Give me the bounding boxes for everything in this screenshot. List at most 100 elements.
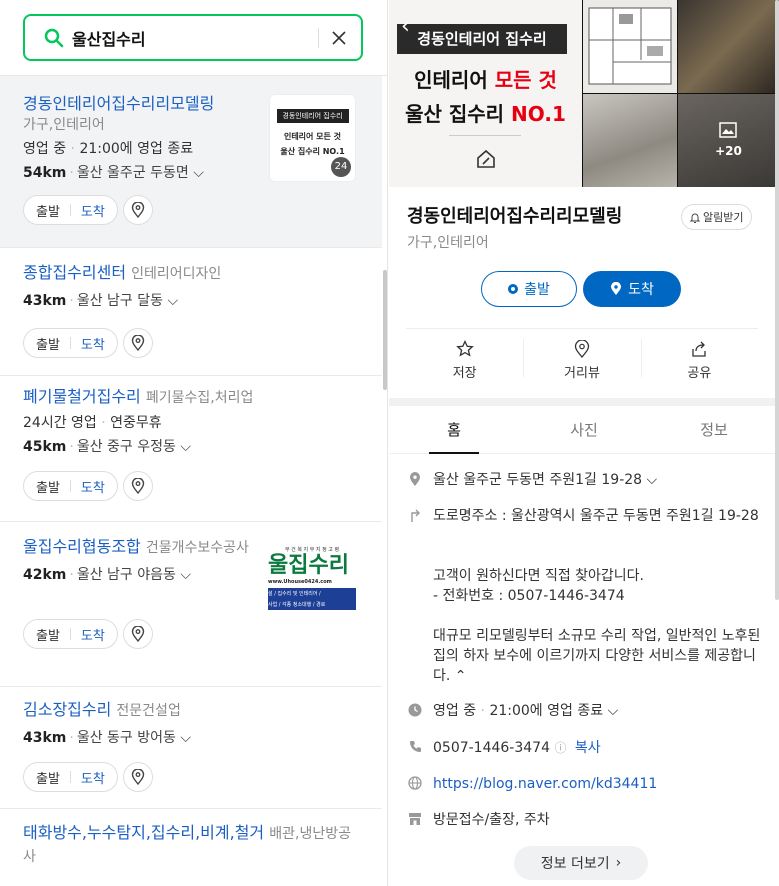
scrollbar[interactable]: [775, 0, 779, 600]
notify-button[interactable]: 알림받기: [681, 204, 753, 230]
search-query[interactable]: 울산집수리: [72, 26, 318, 50]
close-icon[interactable]: [331, 30, 347, 46]
website-link[interactable]: https://blog.naver.com/kd34411: [433, 774, 768, 794]
tab-photos[interactable]: 사진: [519, 406, 649, 453]
chevron-down-icon[interactable]: ⌵: [180, 439, 191, 455]
street-view-button[interactable]: 거리뷰: [523, 329, 640, 392]
chevron-down-icon[interactable]: ⌵: [193, 165, 204, 181]
route-pill[interactable]: 출발 도착: [23, 471, 118, 501]
scrollbar[interactable]: [383, 270, 387, 390]
chevron-up-icon[interactable]: ⌃: [455, 668, 467, 684]
map-pin-button[interactable]: [122, 471, 153, 501]
map-pin-button[interactable]: [122, 619, 153, 649]
info-icon[interactable]: ⓘ: [554, 741, 566, 755]
hero-text: 울산 집수리 NO.1: [405, 102, 566, 126]
map-pin-button[interactable]: [122, 328, 153, 358]
website-row: https://blog.naver.com/kd34411: [407, 774, 768, 794]
photo-gallery[interactable]: 경동인테리어 집수리 인테리어 모든 것 울산 집수리 NO.1 ‹ +20: [389, 0, 779, 187]
arrive-button[interactable]: 도착: [583, 271, 681, 307]
arrive-button[interactable]: 도착: [81, 334, 105, 353]
place-name[interactable]: 폐기물철거집수리: [23, 387, 141, 406]
map-pin-icon: [131, 335, 145, 351]
place-name[interactable]: 울집수리협동조합: [23, 537, 141, 556]
depart-button[interactable]: 출발: [36, 334, 60, 353]
amenities-row: 방문접수/출장, 주차: [407, 810, 768, 830]
distance-address[interactable]: 43km · 울산 남구 달동 ⌵: [23, 291, 359, 311]
thumb-text: 울산 집수리 NO.1: [280, 147, 345, 156]
chevron-down-icon[interactable]: ⌵: [647, 472, 658, 488]
depart-button[interactable]: 출발: [36, 768, 60, 787]
gallery-photo[interactable]: [583, 0, 677, 93]
action-toolbar: 저장 거리뷰 공유: [406, 328, 758, 392]
place-thumbnail[interactable]: 부 건 복 지 부 지 정 고 령 울집수리 www.Uhouse0424.co…: [268, 544, 356, 622]
list-item[interactable]: 폐기물철거집수리 폐기물수집,처리업 24시간 영업 · 연중무휴 45km · 울…: [0, 376, 382, 522]
route-pill[interactable]: 출발 도착: [23, 195, 118, 225]
gallery-photo[interactable]: [678, 0, 779, 93]
share-button[interactable]: 공유: [640, 329, 758, 392]
route-pill[interactable]: 출발 도착: [23, 762, 118, 792]
route-pill[interactable]: 출발 도착: [23, 619, 118, 649]
house-tool-icon: [477, 149, 495, 168]
more-info-button[interactable]: 정보 더보기 ›: [514, 846, 648, 880]
chevron-down-icon[interactable]: ⌵: [180, 730, 191, 746]
distance-address[interactable]: 43km · 울산 동구 방어동 ⌵: [23, 728, 359, 748]
place-title: 경동인테리어집수리리모델링: [407, 206, 623, 227]
main-photo[interactable]: 경동인테리어 집수리 인테리어 모든 것 울산 집수리 NO.1: [389, 0, 582, 187]
search-input[interactable]: 울산집수리: [23, 14, 363, 61]
list-item[interactable]: 울집수리협동조합 건물개수보수공사 42km · 울산 남구 야음동 ⌵ 출발 도착 …: [0, 522, 382, 687]
thumb-text: www.Uhouse0424.com: [268, 579, 332, 585]
copy-button[interactable]: 복사: [575, 740, 601, 756]
place-thumbnail[interactable]: 경동인테리어 집수리 인테리어 모든 것 울산 집수리 NO.1 24: [269, 94, 356, 182]
chevron-down-icon[interactable]: ⌵: [167, 293, 178, 309]
place-name[interactable]: 태화방수,누수탐지,집수리,비계,철거: [23, 823, 264, 842]
list-item[interactable]: 종합집수리센터 인테리어디자인 43km · 울산 남구 달동 ⌵ 출발 도착: [0, 248, 382, 376]
list-item[interactable]: 경동인테리어집수리리모델링 가구,인테리어 영업 중 · 21:00에 영업 종…: [0, 76, 382, 248]
hours-row[interactable]: 영업 중 · 21:00에 영업 종료 ⌵: [407, 701, 768, 721]
search-icon: [44, 28, 64, 47]
phone-number: 0507-1446-3474: [433, 740, 550, 756]
search-results-panel: 울산집수리 경동인테리어집수리리모델링 가구,인테리어 영업 중 · 21:00…: [0, 0, 388, 886]
gallery-photo[interactable]: [583, 94, 677, 187]
clock-icon: [408, 703, 422, 717]
gallery-more[interactable]: +20: [678, 94, 779, 187]
save-button[interactable]: 저장: [406, 329, 523, 392]
depart-button[interactable]: 출발: [36, 477, 60, 496]
tab-home[interactable]: 홈: [389, 406, 519, 454]
arrive-button[interactable]: 도착: [81, 477, 105, 496]
phone-icon: [409, 741, 421, 752]
depart-button[interactable]: 출발: [36, 201, 60, 220]
map-pin-icon: [131, 626, 145, 642]
route-pill[interactable]: 출발 도착: [23, 328, 118, 358]
thumb-text: 울집수리: [268, 553, 349, 578]
place-category: 폐기물수집,처리업: [145, 390, 254, 406]
depart-button[interactable]: 출발: [481, 271, 577, 307]
tab-info[interactable]: 정보: [649, 406, 779, 453]
map-pin-button[interactable]: [122, 762, 153, 792]
place-name[interactable]: 경동인테리어집수리리모델링: [23, 94, 214, 113]
star-icon: [455, 340, 474, 357]
arrive-button[interactable]: 도착: [81, 768, 105, 787]
phone-row: 0507-1446-3474 ⓘ 복사: [407, 738, 768, 758]
distance-address[interactable]: 45km · 울산 중구 우정동 ⌵: [23, 437, 359, 457]
arrive-button[interactable]: 도착: [81, 625, 105, 644]
image-icon: [719, 122, 737, 138]
list-item[interactable]: 태화방수,누수탐지,집수리,비계,철거 배관,냉난방공사: [0, 809, 382, 886]
chevron-left-icon[interactable]: ‹: [401, 14, 410, 39]
map-pin-button[interactable]: [122, 195, 153, 225]
map-pin-icon: [131, 769, 145, 785]
hero-text: 인테리어 모든 것: [414, 68, 557, 92]
search-bar: 울산집수리: [0, 0, 387, 76]
map-pin-icon: [131, 202, 145, 218]
place-name[interactable]: 김소장집수리: [23, 700, 111, 719]
store-icon: [409, 813, 421, 825]
address-row[interactable]: 울산 울주군 두동면 주원1길 19-28 ⌵: [407, 470, 768, 490]
arrive-button[interactable]: 도착: [81, 201, 105, 220]
depart-button[interactable]: 출발: [36, 625, 60, 644]
thumb-text: 인테리어 모든 것: [283, 132, 342, 141]
chevron-down-icon[interactable]: ⌵: [180, 567, 191, 583]
location-pin-icon: [410, 472, 420, 486]
list-item[interactable]: 김소장집수리 전문건설업 43km · 울산 동구 방어동 ⌵ 출발 도착: [0, 687, 382, 809]
divider: [318, 27, 319, 48]
place-name[interactable]: 종합집수리센터: [23, 263, 126, 282]
chevron-down-icon[interactable]: ⌵: [608, 703, 619, 719]
